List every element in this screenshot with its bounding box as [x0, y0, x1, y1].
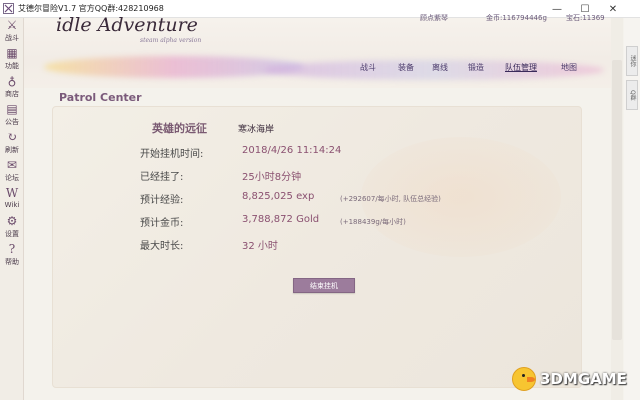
watermark: 3DMGAME: [512, 365, 627, 393]
expedition-heading: 英雄的远征: [152, 122, 207, 135]
sidebar-item-label: 论坛: [5, 174, 19, 182]
gold-counter: 金币:116794446g: [486, 14, 547, 22]
sidebar-item-functions[interactable]: ▦ 功能: [0, 46, 24, 74]
expected-gold-label: 预计金币:: [140, 218, 184, 229]
sidebar-item-label: 刷新: [5, 146, 19, 154]
grid-icon: ▦: [6, 46, 18, 60]
window-title: 艾德尔冒险V1.7 官方QQ群:428210968: [18, 4, 164, 13]
sidebar-item-wiki[interactable]: W Wiki: [0, 186, 24, 214]
refresh-icon: ↻: [6, 130, 18, 144]
sidebar-item-label: 功能: [5, 62, 19, 70]
start-time-value: 2018/4/26 11:14:24: [242, 145, 342, 156]
sidebar-item-settings[interactable]: ⚙ 设置: [0, 214, 24, 242]
forum-icon: ✉: [6, 158, 18, 172]
sidebar-item-label: Wiki: [4, 201, 20, 209]
nav-tab-equipment[interactable]: 装备: [398, 62, 414, 73]
expected-exp-label: 预计经验:: [140, 195, 184, 206]
max-duration-label: 最大时长:: [140, 241, 184, 252]
watermark-text: 3DMGAME: [540, 370, 627, 388]
logo-subtitle: steam alpha version: [140, 37, 202, 44]
sidebar-item-notice[interactable]: ▤ 公告: [0, 102, 24, 130]
sidebar-item-forum[interactable]: ✉ 论坛: [0, 158, 24, 186]
nav-tab-team-management[interactable]: 队伍管理: [505, 62, 537, 73]
scrollbar-thumb[interactable]: [612, 60, 622, 340]
sidebar-item-label: 帮助: [5, 258, 19, 266]
player-name: 顾点紫琴: [420, 14, 448, 22]
start-time-label: 开始挂机时间:: [140, 149, 204, 160]
left-sidebar: ⚔ 战斗 ▦ 功能 ♁ 商店 ▤ 公告 ↻ 刷新 ✉ 论坛 W Wiki ⚙ 设…: [0, 18, 24, 400]
right-tab-qq[interactable]: Q群: [626, 80, 638, 110]
gem-counter: 宝石:11369: [566, 14, 605, 22]
sidebar-item-label: 战斗: [5, 34, 19, 42]
sidebar-item-help[interactable]: ? 帮助: [0, 242, 24, 270]
sidebar-item-label: 商店: [5, 90, 19, 98]
sidebar-item-label: 设置: [5, 230, 19, 238]
expected-gold-value: 3,788,872 Gold: [242, 214, 320, 225]
nav-tab-battle[interactable]: 战斗: [360, 62, 376, 73]
expedition-location: 寒冰海岸: [238, 125, 275, 135]
gear-icon: ⚙: [6, 214, 18, 228]
wiki-icon: W: [5, 186, 19, 200]
help-icon: ?: [8, 242, 16, 256]
gold-rate-note: (+188439g/每小时): [340, 218, 406, 226]
sidebar-item-label: 公告: [5, 118, 19, 126]
section-title: Patrol Center: [59, 91, 142, 104]
right-tab-mini[interactable]: 迷你: [626, 46, 638, 76]
sidebar-item-refresh[interactable]: ↻ 刷新: [0, 130, 24, 158]
nav-tab-offline[interactable]: 离线: [432, 62, 448, 73]
right-strip: 迷你 Q群: [624, 18, 640, 400]
expected-exp-value: 8,825,025 exp: [242, 191, 315, 202]
elapsed-label: 已经挂了:: [140, 172, 184, 183]
exp-rate-note: (+292607/每小时, 队伍总经验): [340, 195, 441, 203]
nav-tab-map[interactable]: 地图: [561, 62, 577, 73]
sidebar-item-shop[interactable]: ♁ 商店: [0, 74, 24, 102]
notice-icon: ▤: [6, 102, 18, 116]
elapsed-value: 25小时8分钟: [242, 172, 302, 183]
shop-icon: ♁: [7, 74, 17, 88]
end-patrol-button[interactable]: 结束挂机: [293, 278, 355, 293]
sidebar-item-battle[interactable]: ⚔ 战斗: [0, 18, 24, 46]
crossed-swords-icon: ⚔: [6, 18, 18, 32]
game-logo: idle Adventure: [56, 14, 198, 36]
watercolor-splash: [44, 56, 304, 78]
mascot-logo-icon: [512, 367, 536, 391]
max-duration-value: 32 小时: [242, 241, 278, 252]
app-icon: [3, 3, 14, 14]
nav-tab-forge[interactable]: 锻造: [468, 62, 484, 73]
